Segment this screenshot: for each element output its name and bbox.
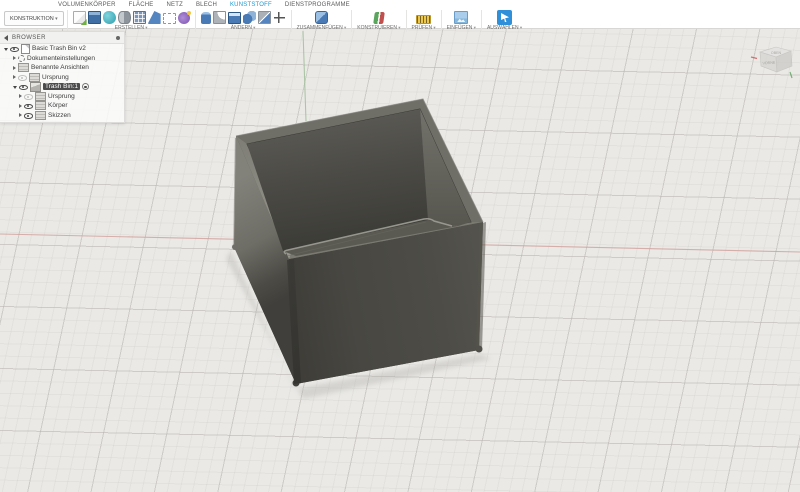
expand-closed-icon[interactable] — [19, 113, 22, 117]
tree-row-skizzen[interactable]: Skizzen — [0, 111, 124, 121]
folder-icon — [35, 101, 46, 110]
toolbar: VOLUMENKÖRPER FLÄCHE NETZ BLECH KUNSTSTO… — [0, 0, 800, 29]
construction-plane-icon[interactable] — [373, 12, 385, 24]
separator — [67, 10, 68, 32]
gear-icon — [18, 55, 25, 62]
tab-blech[interactable]: BLECH — [196, 2, 217, 8]
browser-header[interactable]: BROWSER — [0, 32, 124, 44]
konstruieren-menu[interactable]: KONSTRUIEREN — [357, 25, 400, 31]
split-icon[interactable] — [258, 11, 271, 24]
project-icon[interactable] — [163, 13, 176, 24]
activate-component-radio[interactable] — [82, 83, 89, 90]
expand-closed-icon[interactable] — [13, 56, 16, 60]
create-sketch-icon[interactable] — [73, 11, 86, 24]
viewcube-x-axis-icon — [751, 57, 757, 59]
component-icon — [30, 82, 41, 92]
measure-icon[interactable] — [416, 15, 431, 24]
browser-title: BROWSER — [12, 35, 116, 41]
tab-volumenkoerper[interactable]: VOLUMENKÖRPER — [58, 2, 116, 8]
expand-closed-icon[interactable] — [13, 66, 16, 70]
tree-row-ursprung-component[interactable]: Ursprung — [0, 92, 124, 102]
folder-icon — [35, 111, 46, 120]
panel-settings-icon[interactable] — [116, 36, 120, 40]
tree-row-koerper[interactable]: Körper — [0, 101, 124, 111]
group-zusammenfuegen: ZUSAMMENFÜGEN — [297, 9, 347, 31]
press-pull-icon[interactable] — [201, 12, 211, 24]
visibility-eye-icon[interactable] — [18, 74, 27, 81]
group-konstruieren: KONSTRUIEREN — [357, 9, 400, 31]
pattern-icon[interactable] — [133, 11, 146, 24]
y-axis-line — [303, 31, 306, 121]
tab-flaeche[interactable]: FLÄCHE — [129, 2, 154, 8]
visibility-eye-icon[interactable] — [24, 102, 33, 109]
viewcube-y-axis-icon — [790, 72, 792, 78]
visibility-eye-icon[interactable] — [24, 93, 33, 100]
collapse-panel-icon[interactable] — [4, 35, 8, 41]
expand-open-icon[interactable] — [4, 48, 8, 51]
group-auswaehlen: AUSWÄHLEN — [487, 9, 522, 31]
expand-closed-icon[interactable] — [13, 75, 16, 79]
tree-row-dokumenteinstellungen[interactable]: Dokumenteinstellungen — [0, 54, 124, 64]
einfuegen-menu[interactable]: EINFÜGEN — [447, 25, 476, 31]
tree-row-document[interactable]: Basic Trash Bin v2 — [0, 44, 124, 54]
viewcube[interactable]: OBEN VORNE — [751, 47, 792, 78]
group-einfuegen: EINFÜGEN — [447, 9, 476, 31]
tab-netz[interactable]: NETZ — [167, 2, 183, 8]
loft-icon[interactable] — [148, 11, 161, 24]
form-icon[interactable] — [103, 11, 116, 24]
separator — [441, 10, 442, 32]
expand-closed-icon[interactable] — [19, 94, 22, 98]
folder-icon — [29, 73, 40, 82]
primitive-box-icon[interactable] — [88, 11, 101, 24]
group-pruefen: PRÜFEN — [412, 9, 436, 31]
visibility-eye-icon[interactable] — [19, 83, 28, 90]
tab-kunststoff[interactable]: KUNSTSTOFF — [230, 2, 272, 8]
zusammenfuegen-menu[interactable]: ZUSAMMENFÜGEN — [297, 25, 347, 31]
konstruktion-dropdown-button[interactable]: KONSTRUKTION — [4, 11, 64, 26]
tree-row-benannte-ansichten[interactable]: Benannte Ansichten — [0, 63, 124, 73]
aendern-menu[interactable]: ÄNDERN — [231, 25, 256, 31]
separator — [481, 10, 482, 32]
browser-panel: BROWSER Basic Trash Bin v2 Dokumenteinst… — [0, 31, 125, 123]
pruefen-menu[interactable]: PRÜFEN — [412, 25, 436, 31]
move-icon[interactable] — [273, 11, 286, 24]
visibility-eye-icon[interactable] — [24, 112, 33, 119]
join-icon[interactable] — [315, 11, 328, 24]
combine-icon[interactable] — [243, 11, 256, 24]
document-icon — [21, 44, 30, 54]
separator — [195, 10, 196, 32]
shell-icon[interactable] — [228, 12, 241, 24]
auswaehlen-menu[interactable]: AUSWÄHLEN — [487, 25, 522, 31]
ribbon-tabs: VOLUMENKÖRPER FLÄCHE NETZ BLECH KUNSTSTO… — [0, 0, 800, 9]
expand-open-icon[interactable] — [13, 86, 17, 89]
separator — [291, 10, 292, 32]
revolve-icon[interactable] — [118, 11, 131, 24]
tree-row-ursprung-root[interactable]: Ursprung — [0, 73, 124, 83]
model-trash-bin[interactable] — [232, 99, 486, 387]
separator — [351, 10, 352, 32]
ribbon-icons: KONSTRUKTION ERSTELLEN — [0, 9, 800, 28]
folder-icon — [18, 63, 29, 72]
tree-row-trash-bin-component[interactable]: Trash Bin:1 — [0, 82, 124, 92]
expand-closed-icon[interactable] — [19, 104, 22, 108]
separator — [406, 10, 407, 32]
viewcube-top-label: OBEN — [771, 51, 782, 55]
select-tool-icon[interactable] — [497, 10, 512, 25]
group-erstellen: ERSTELLEN — [73, 9, 190, 31]
fillet-icon[interactable] — [213, 11, 226, 24]
insert-image-icon[interactable] — [454, 11, 468, 24]
visibility-eye-icon[interactable] — [10, 45, 19, 52]
new-component-icon[interactable] — [178, 12, 190, 24]
tab-dienstprogramme[interactable]: DIENSTPROGRAMME — [285, 2, 350, 8]
folder-icon — [35, 92, 46, 101]
group-aendern: ÄNDERN — [201, 9, 286, 31]
